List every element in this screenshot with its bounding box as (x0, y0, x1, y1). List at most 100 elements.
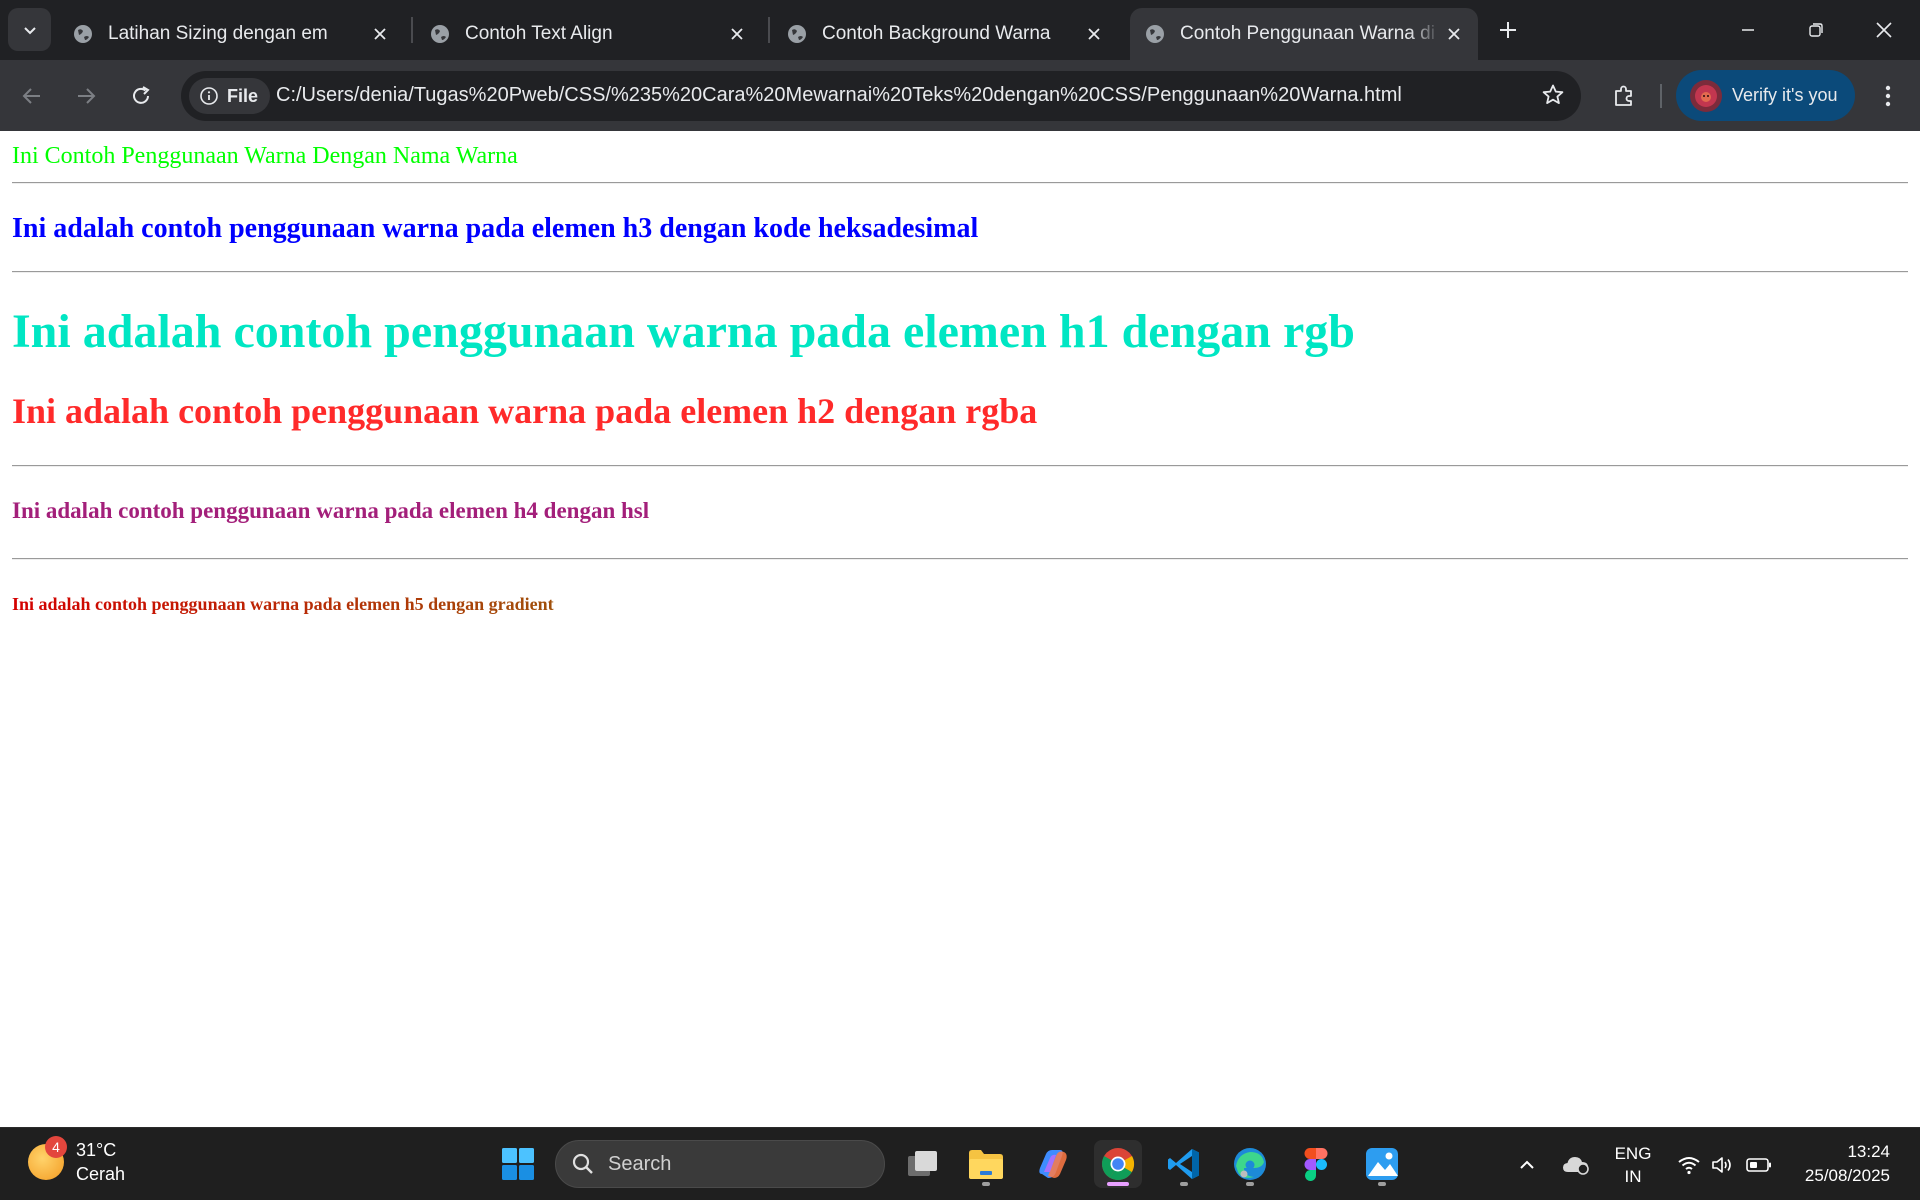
photos-icon (1366, 1148, 1398, 1180)
taskbar: 4 31°C Cerah Search ENG IN 13:24 25/08/2… (0, 1127, 1920, 1200)
horizontal-rule (12, 558, 1908, 560)
region-code: IN (1624, 1167, 1642, 1186)
rgba-color-heading: Ini adalah contoh penggunaan warna pada … (12, 391, 1038, 431)
tab-search-button[interactable] (8, 8, 51, 51)
restore-icon (1809, 23, 1823, 37)
more-vertical-icon (1885, 85, 1891, 107)
site-chip-label: File (227, 85, 259, 106)
plus-icon (1500, 22, 1516, 38)
page-content: Ini Contoh Penggunaan Warna Dengan Nama … (0, 131, 1920, 1127)
new-tab-button[interactable] (1492, 14, 1524, 46)
globe-icon (431, 25, 449, 43)
running-indicator (1246, 1182, 1254, 1186)
site-info-chip[interactable]: File (189, 78, 271, 114)
extensions-button[interactable] (1604, 76, 1644, 116)
close-icon[interactable] (723, 20, 751, 48)
language-code: ENG (1614, 1144, 1652, 1163)
profile-verify-button[interactable]: Verify it's you (1676, 70, 1856, 121)
forward-button[interactable] (66, 76, 106, 116)
horizontal-rule (12, 182, 1908, 184)
minimize-icon (1742, 29, 1754, 31)
notification-badge: 4 (45, 1136, 67, 1158)
browser-menu-button[interactable] (1868, 76, 1908, 116)
close-icon[interactable] (1440, 20, 1468, 48)
speaker-icon (1712, 1156, 1731, 1173)
tab-strip: Latihan Sizing dengan em Contoh Text Ali… (0, 0, 1920, 60)
profile-avatar-icon (1695, 84, 1717, 107)
active-indicator (1107, 1182, 1129, 1186)
language-indicator[interactable]: ENG IN (1610, 1142, 1656, 1188)
weather-widget[interactable]: 4 31°C Cerah (28, 1136, 125, 1186)
browser-toolbar: File C:/Users/denia/Tugas%20Pweb/CSS/%23… (0, 60, 1920, 131)
chevron-down-icon (23, 26, 36, 34)
edge-button[interactable] (1226, 1140, 1274, 1188)
tab-title: Contoh Penggunaan Warna di C (1180, 23, 1440, 44)
figma-button[interactable] (1292, 1140, 1340, 1188)
copilot-button[interactable] (1028, 1140, 1076, 1188)
chrome-button[interactable] (1094, 1140, 1142, 1188)
close-icon[interactable] (366, 20, 394, 48)
battery-icon (1746, 1157, 1771, 1172)
toolbar-divider (1660, 84, 1662, 108)
search-placeholder: Search (608, 1152, 672, 1175)
url-text[interactable]: C:/Users/denia/Tugas%20Pweb/CSS/%235%20C… (276, 84, 1402, 107)
tab-latihan-sizing[interactable]: Latihan Sizing dengan em (58, 8, 404, 60)
clock-time: 13:24 (1847, 1142, 1890, 1161)
tab-penggunaan-warna[interactable]: Contoh Penggunaan Warna di C (1130, 8, 1478, 60)
copilot-icon (1039, 1150, 1067, 1178)
rgb-color-heading: Ini adalah contoh penggunaan warna pada … (12, 305, 1355, 358)
wifi-button[interactable] (1672, 1128, 1706, 1201)
reload-icon (133, 86, 150, 104)
info-icon (200, 87, 218, 105)
close-icon[interactable] (1080, 20, 1108, 48)
onedrive-button[interactable] (1556, 1128, 1596, 1201)
start-button[interactable] (494, 1140, 542, 1188)
tab-separator (411, 17, 413, 43)
close-window-button[interactable] (1850, 0, 1918, 60)
bookmark-star-icon[interactable] (1541, 83, 1565, 112)
vscode-button[interactable] (1160, 1140, 1208, 1188)
start-icon (502, 1148, 534, 1180)
globe-icon (74, 25, 92, 43)
reload-button[interactable] (121, 76, 161, 116)
tab-background-warna[interactable]: Contoh Background Warna (772, 8, 1118, 60)
onedrive-cloud-icon (1563, 1156, 1589, 1175)
address-bar[interactable]: File C:/Users/denia/Tugas%20Pweb/CSS/%23… (181, 71, 1581, 121)
system-clock[interactable]: 13:24 25/08/2025 (1790, 1140, 1890, 1188)
tab-title: Contoh Text Align (465, 23, 613, 44)
chrome-icon (1101, 1148, 1135, 1181)
close-icon (1876, 22, 1892, 38)
globe-icon (788, 25, 806, 43)
back-button[interactable] (12, 76, 52, 116)
weather-sun-icon: 4 (28, 1136, 67, 1180)
arrow-left-icon (22, 88, 40, 104)
hsl-color-heading: Ini adalah contoh penggunaan warna pada … (12, 498, 650, 523)
tab-title: Contoh Background Warna (822, 23, 1051, 44)
globe-icon (1146, 25, 1164, 43)
show-hidden-icons-button[interactable] (1512, 1128, 1542, 1201)
chevron-up-icon (1520, 1160, 1534, 1169)
running-indicator (982, 1182, 990, 1186)
temperature: 31°C (76, 1140, 117, 1160)
running-indicator (1180, 1182, 1188, 1186)
task-view-icon (908, 1151, 937, 1176)
clock-date: 25/08/2025 (1804, 1166, 1890, 1185)
restore-button[interactable] (1782, 0, 1850, 60)
task-view-button[interactable] (898, 1140, 946, 1188)
hex-color-heading: Ini adalah contoh penggunaan warna pada … (12, 213, 979, 244)
tab-separator (768, 17, 770, 43)
gradient-color-heading: Ini adalah contoh penggunaan warna pada … (12, 594, 554, 614)
file-explorer-button[interactable] (962, 1140, 1010, 1188)
search-icon (572, 1153, 593, 1174)
figma-icon (1304, 1148, 1328, 1181)
minimize-button[interactable] (1714, 0, 1782, 60)
volume-button[interactable] (1706, 1128, 1738, 1201)
tab-title: Latihan Sizing dengan em (108, 23, 328, 44)
battery-button[interactable] (1740, 1128, 1778, 1201)
photos-button[interactable] (1358, 1140, 1406, 1188)
puzzle-icon (1615, 85, 1632, 106)
wifi-icon (1678, 1156, 1700, 1174)
tab-text-align[interactable]: Contoh Text Align (415, 8, 761, 60)
taskbar-search-input[interactable]: Search (555, 1140, 885, 1188)
vscode-icon (1168, 1149, 1199, 1179)
